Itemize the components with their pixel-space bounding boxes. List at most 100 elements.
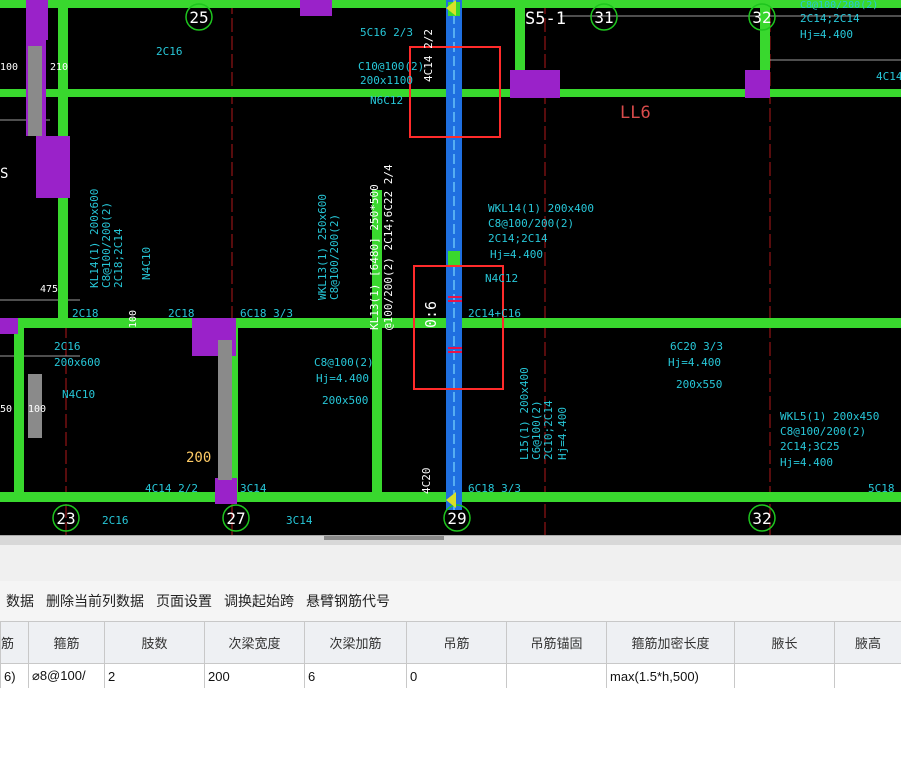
- annotation: 2C18: [168, 307, 195, 320]
- axis-number: 23: [56, 509, 75, 528]
- annotation: 200: [186, 450, 211, 466]
- annotation: N4C10: [62, 388, 95, 401]
- annotation: 50: [0, 404, 12, 415]
- table-cell[interactable]: 6): [0, 663, 29, 689]
- annotation: WKL14(1) 200x400: [488, 202, 594, 215]
- toolbar-item-cantilever-code[interactable]: 悬臂钢筋代号: [300, 591, 396, 611]
- annotation: Hj=4.400: [800, 28, 853, 41]
- annotation: C8@100/200(2): [800, 0, 878, 11]
- cad-drawing-svg[interactable]: 25 31 32 23 27 29 32 S5-1 LL6 5C16 2/3 C…: [0, 0, 901, 535]
- annotation: 200x500: [322, 394, 368, 407]
- table-cell[interactable]: [834, 663, 901, 689]
- annotation: Hj=4.400: [556, 407, 569, 460]
- beam-label-ll6: LL6: [620, 103, 651, 123]
- column-header[interactable]: 筋: [0, 621, 29, 664]
- annotation: 4C14 2/2: [422, 29, 435, 82]
- annotation: 2C10;2C14: [542, 400, 555, 460]
- section-label: S5-1: [525, 9, 566, 29]
- table-header-row: 筋 箍筋 肢数 次梁宽度 次梁加筋 吊筋 吊筋锚固 箍筋加密长度 腋长 腋高: [0, 621, 901, 664]
- annotation: 200x600: [54, 356, 100, 369]
- toolbar-item-page-setup[interactable]: 页面设置: [150, 591, 218, 611]
- table-cell[interactable]: 2: [104, 663, 205, 689]
- annotation: 6C18 3/3: [240, 307, 293, 320]
- column-header[interactable]: 腋长: [734, 621, 835, 664]
- table-cell[interactable]: [734, 663, 835, 689]
- column-header[interactable]: 箍筋加密长度: [606, 621, 735, 664]
- toolbar-item-data[interactable]: 数据: [0, 591, 40, 611]
- annotation: Hj=4.400: [780, 456, 833, 469]
- annotation: C8@100(2): [314, 356, 374, 369]
- annotation: C8@100/200(2): [488, 217, 574, 230]
- toolbar-item-swap-start-span[interactable]: 调换起始跨: [218, 591, 300, 611]
- annotation: 475: [40, 284, 58, 295]
- vertical-annotations: 4C14 2/2 KL14(1) 200x600 C8@100/200(2) 2…: [88, 29, 569, 494]
- annotation: 2C14;2C14: [800, 12, 860, 25]
- annotation: WKL5(1) 200x450: [780, 410, 879, 423]
- annotation: 2C16: [156, 45, 183, 58]
- selected-beam[interactable]: [446, 0, 462, 510]
- column-header[interactable]: 次梁加筋: [304, 621, 407, 664]
- splitter-grip[interactable]: [324, 536, 444, 540]
- table-cell[interactable]: [506, 663, 607, 689]
- annotation: C10@100(2): [358, 60, 424, 73]
- rebar-table: 筋 箍筋 肢数 次梁宽度 次梁加筋 吊筋 吊筋锚固 箍筋加密长度 腋长 腋高 6…: [0, 621, 901, 689]
- annotation: 2C14+C16: [468, 307, 521, 320]
- annotation: N4C10: [140, 247, 153, 280]
- annotation: Hj=4.400: [490, 248, 543, 261]
- annotation: 3C14: [240, 482, 267, 495]
- annotation: 0:6: [422, 301, 440, 328]
- table-empty-area: [0, 688, 901, 760]
- annotation: 6C20 3/3: [670, 340, 723, 353]
- annotation: @100/200(2) 2C14;6C22 2/4: [382, 164, 395, 330]
- annotation: 4C20: [420, 468, 433, 495]
- annotation: 3C14: [286, 514, 313, 527]
- column-header[interactable]: 吊筋锚固: [506, 621, 607, 664]
- annotation: C8@100/200(2): [780, 425, 866, 438]
- column-header[interactable]: 次梁宽度: [204, 621, 305, 664]
- table-row: 6) ⌀8@100/ 2 200 6 0 max(1.5*h,500): [0, 663, 901, 689]
- annotation: 200x550: [676, 378, 722, 391]
- annotation: 2C14;2C14: [488, 232, 548, 245]
- annotation: 4C14 2/2: [145, 482, 198, 495]
- annotation: 2C14;3C25: [780, 440, 840, 453]
- annotation: C8@100/200(2): [328, 214, 341, 300]
- annotation: 200x1100: [360, 74, 413, 87]
- axis-number: 25: [189, 8, 208, 27]
- annotation: 100: [128, 310, 139, 328]
- annotation: 2C16: [102, 514, 129, 527]
- annotation: N4C12: [485, 272, 518, 285]
- table-toolbar: 数据 删除当前列数据 页面设置 调换起始跨 悬臂钢筋代号: [0, 581, 901, 621]
- column-header[interactable]: 吊筋: [406, 621, 507, 664]
- annotation: 5C18: [868, 482, 895, 495]
- annotation: N6C12: [370, 94, 403, 107]
- column-header[interactable]: 腋高: [834, 621, 901, 664]
- annotation: 6C18 3/3: [468, 482, 521, 495]
- axis-number: 29: [447, 509, 466, 528]
- table-cell[interactable]: 200: [204, 663, 305, 689]
- table-cell[interactable]: 6: [304, 663, 407, 689]
- axis-number: 31: [594, 8, 613, 27]
- table-cell[interactable]: ⌀8@100/: [28, 663, 105, 689]
- annotation: 4C14: [876, 70, 901, 83]
- table-cell[interactable]: max(1.5*h,500): [606, 663, 735, 689]
- column-header[interactable]: 箍筋: [28, 621, 105, 664]
- axis-number: 32: [752, 8, 771, 27]
- annotation: 2C18;2C14: [112, 228, 125, 288]
- toolbar-item-delete-column-data[interactable]: 删除当前列数据: [40, 591, 150, 611]
- annotation: 2C16: [54, 340, 81, 353]
- annotation: KL13(1) [6480] 250*500: [368, 184, 381, 330]
- column-header[interactable]: 肢数: [104, 621, 205, 664]
- annotation: 2C18: [72, 307, 99, 320]
- table-cell[interactable]: 0: [406, 663, 507, 689]
- axis-number: 32: [752, 509, 771, 528]
- annotation: 100: [0, 62, 18, 73]
- axis-number: 27: [226, 509, 245, 528]
- annotation: 100: [28, 404, 46, 415]
- panel-gap: [0, 545, 901, 581]
- annotation: 5C16 2/3: [360, 26, 413, 39]
- cad-drawing-canvas[interactable]: 25 31 32 23 27 29 32 S5-1 LL6 5C16 2/3 C…: [0, 0, 901, 535]
- annotation: Hj=4.400: [316, 372, 369, 385]
- annotation: S: [0, 166, 8, 182]
- annotation: 210: [50, 62, 68, 73]
- annotation: Hj=4.400: [668, 356, 721, 369]
